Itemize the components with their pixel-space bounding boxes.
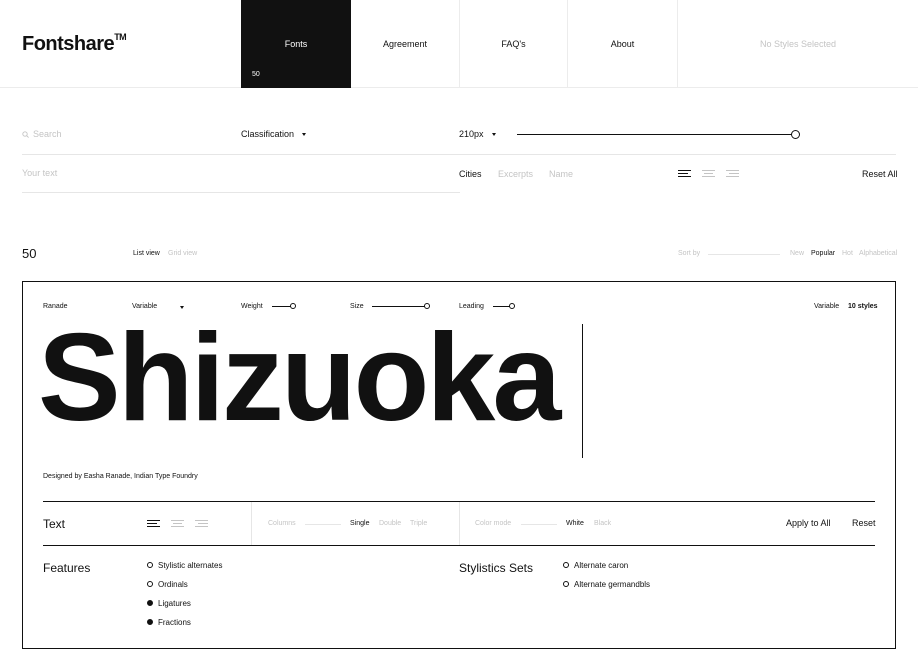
leading-slider-track[interactable] (493, 306, 510, 307)
reset-all-button[interactable]: Reset All (862, 169, 898, 179)
reset-button[interactable]: Reset (852, 518, 876, 528)
search-icon (22, 131, 29, 138)
nav-tab-about-label: About (610, 39, 635, 49)
sort-divider (708, 254, 780, 255)
sort-by-label: Sort by (678, 250, 701, 257)
color-white[interactable]: White (566, 520, 584, 527)
color-mode-divider (521, 524, 557, 525)
stylistic-sets-title: Stylistics Sets (459, 561, 534, 575)
feature-label: Stylistic alternates (158, 561, 223, 570)
size-dropdown[interactable]: 210px (459, 129, 496, 139)
features-title: Features (43, 561, 91, 575)
sort-alphabetical[interactable]: Alphabetical (859, 250, 897, 257)
align-left-icon[interactable] (678, 170, 691, 177)
apply-to-all-button[interactable]: Apply to All (786, 518, 831, 528)
size-slider-handle[interactable] (791, 130, 800, 139)
list-view-button[interactable]: List view (133, 250, 160, 257)
nav-tab-agreement-label: Agreement (382, 39, 428, 49)
toolbar-divider (459, 502, 460, 546)
selected-styles-status[interactable]: No Styles Selected (678, 0, 918, 88)
preset-excerpts[interactable]: Excerpts (498, 169, 533, 179)
search-field[interactable]: Search (22, 128, 222, 142)
columns-divider (305, 524, 341, 525)
nav-tab-faq-label: FAQ's (501, 39, 526, 49)
weight-slider-track[interactable] (272, 306, 292, 307)
align-right-icon[interactable] (726, 170, 739, 177)
column-triple[interactable]: Triple (410, 520, 427, 527)
align-center-icon[interactable] (171, 520, 184, 527)
align-left-icon[interactable] (147, 520, 160, 527)
chevron-down-icon (491, 133, 496, 137)
stylistic-set-label: Alternate germandbls (574, 580, 651, 589)
font-count: 50 (22, 246, 37, 261)
preset-name[interactable]: Name (549, 169, 573, 179)
your-text-input[interactable]: Your text (22, 168, 442, 182)
styles-count[interactable]: 10 styles (848, 303, 878, 310)
top-header: FontshareTM Fonts 50 Agreement FAQ's Abo… (0, 0, 918, 88)
classification-label: Classification (241, 129, 295, 139)
specimen-text[interactable]: Shizuoka (38, 316, 561, 440)
sort-popular[interactable]: Popular (811, 250, 835, 257)
feature-label: Fractions (158, 618, 191, 627)
text-section-label: Text (43, 517, 66, 531)
columns-label: Columns (268, 520, 296, 527)
nav-tab-fonts-label: Fonts (284, 39, 308, 49)
align-right-icon[interactable] (195, 520, 208, 527)
selected-styles-text: No Styles Selected (759, 39, 837, 49)
size-slider-track[interactable] (517, 134, 797, 135)
column-double[interactable]: Double (379, 520, 401, 527)
color-mode-label: Color mode (475, 520, 512, 527)
nav-tab-about[interactable]: About (568, 0, 678, 88)
text-cursor (582, 324, 583, 458)
sort-hot[interactable]: Hot (842, 250, 853, 257)
fontshare-logo[interactable]: FontshareTM (22, 32, 127, 56)
logo-trademark: TM (114, 32, 127, 43)
radio-icon (147, 562, 153, 568)
size-value: 210px (459, 129, 484, 139)
align-center-icon[interactable] (702, 170, 715, 177)
divider (22, 154, 896, 155)
fonts-count-badge: 50 (252, 71, 260, 78)
radio-filled-icon (147, 619, 153, 625)
card-size-slider-track[interactable] (372, 306, 427, 307)
logo-text: Fontshare (22, 33, 115, 55)
chevron-down-icon (302, 133, 307, 137)
search-placeholder: Search (33, 129, 62, 139)
feature-label: Ligatures (158, 599, 191, 608)
font-card: Ranade Variable Weight Size Leading Vari… (22, 281, 896, 649)
grid-view-button[interactable]: Grid view (168, 250, 197, 257)
card-divider (43, 545, 875, 546)
toolbar-divider (251, 502, 252, 546)
column-single[interactable]: Single (350, 520, 369, 527)
radio-icon (563, 562, 569, 568)
stylistic-set-label: Alternate caron (574, 561, 629, 570)
radio-icon (563, 581, 569, 587)
radio-filled-icon (147, 600, 153, 606)
nav-tab-fonts[interactable]: Fonts 50 (241, 0, 351, 88)
nav-tab-faq[interactable]: FAQ's (460, 0, 568, 88)
radio-icon (147, 581, 153, 587)
feature-label: Ordinals (158, 580, 188, 589)
color-black[interactable]: Black (594, 520, 611, 527)
nav-tab-agreement[interactable]: Agreement (351, 0, 460, 88)
text-input-underline (22, 192, 460, 193)
sort-new[interactable]: New (790, 250, 804, 257)
your-text-placeholder: Your text (22, 168, 58, 178)
designer-credit: Designed by Easha Ranade, Indian Type Fo… (43, 473, 198, 480)
preset-cities[interactable]: Cities (459, 169, 482, 179)
variable-badge: Variable (814, 303, 840, 310)
classification-dropdown[interactable]: Classification (241, 129, 307, 139)
